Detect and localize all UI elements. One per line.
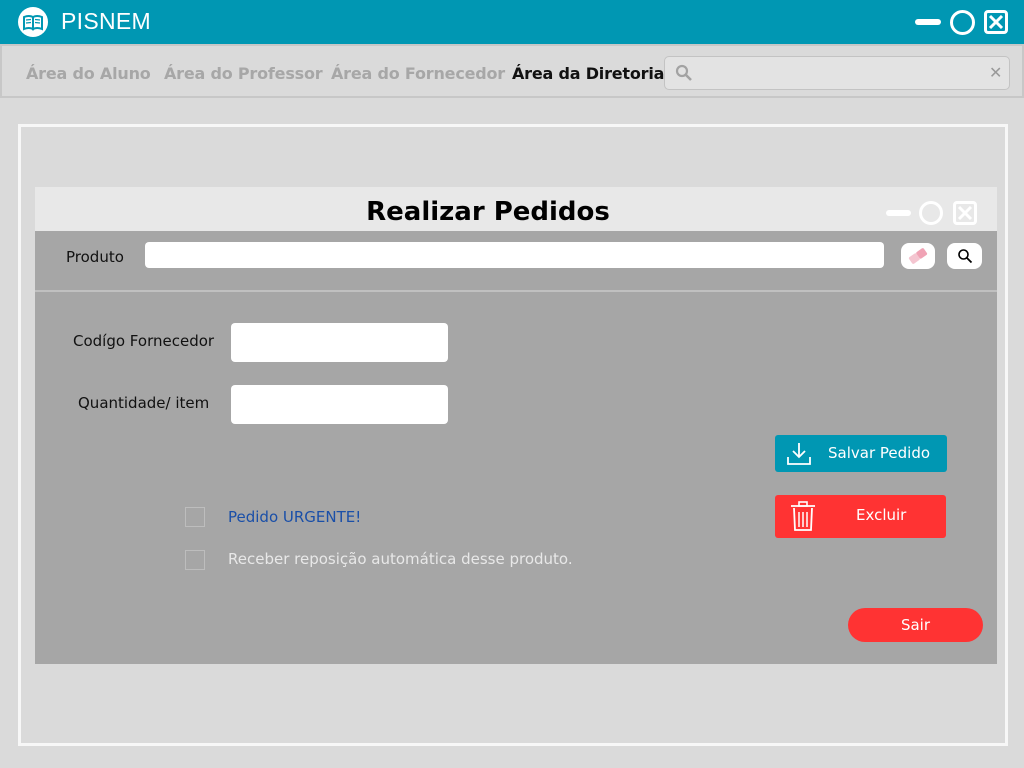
tab-diretoria[interactable]: Área da Diretoria bbox=[512, 64, 664, 83]
app-title: PISNEM bbox=[61, 8, 151, 34]
urgent-checkbox[interactable] bbox=[185, 507, 205, 527]
eraser-icon bbox=[908, 248, 928, 264]
dialog-minimize-button[interactable] bbox=[886, 210, 911, 216]
clear-search-icon[interactable]: ✕ bbox=[989, 63, 1002, 82]
urgent-label: Pedido URGENTE! bbox=[228, 508, 362, 526]
close-icon bbox=[988, 14, 1004, 30]
tab-professor[interactable]: Área do Professor bbox=[164, 64, 323, 83]
supplier-code-field[interactable] bbox=[231, 323, 448, 362]
eraser-button[interactable] bbox=[901, 243, 935, 269]
maximize-button[interactable] bbox=[950, 10, 975, 35]
minimize-button[interactable] bbox=[915, 19, 941, 25]
exit-button[interactable]: Sair bbox=[848, 608, 983, 642]
product-label: Produto bbox=[66, 248, 124, 266]
search-input[interactable] bbox=[699, 61, 979, 85]
product-field[interactable] bbox=[145, 242, 884, 268]
tab-fornecedor[interactable]: Área do Fornecedor bbox=[331, 64, 505, 83]
nav-bar: Área do Aluno Área do Professor Área do … bbox=[0, 44, 1024, 98]
close-button[interactable] bbox=[984, 10, 1008, 34]
title-bar: PISNEM bbox=[0, 0, 1024, 44]
delete-button[interactable]: Excluir bbox=[775, 495, 946, 538]
book-icon bbox=[18, 7, 48, 37]
search-icon[interactable] bbox=[675, 64, 693, 86]
delete-label: Excluir bbox=[856, 506, 907, 524]
download-icon bbox=[787, 443, 811, 465]
close-icon bbox=[957, 205, 973, 221]
divider bbox=[35, 290, 997, 292]
supplier-code-label: Codígo Fornecedor bbox=[73, 332, 215, 350]
dialog-maximize-button[interactable] bbox=[919, 201, 943, 225]
auto-restock-checkbox[interactable] bbox=[185, 550, 205, 570]
quantity-field[interactable] bbox=[231, 385, 448, 424]
search-product-button[interactable] bbox=[947, 243, 982, 269]
dialog-title: Realizar Pedidos bbox=[366, 197, 610, 227]
trash-icon bbox=[791, 501, 815, 531]
save-order-label: Salvar Pedido bbox=[828, 444, 931, 462]
dialog-body: Produto Codígo Fornecedor Quantidade/ it… bbox=[35, 231, 997, 664]
tab-aluno[interactable]: Área do Aluno bbox=[26, 64, 151, 83]
magnifier-icon bbox=[957, 249, 972, 264]
search-box: ✕ bbox=[664, 56, 1010, 90]
quantity-label: Quantidade/ item bbox=[78, 394, 210, 412]
save-order-button[interactable]: Salvar Pedido bbox=[775, 435, 947, 472]
dialog-header: Realizar Pedidos bbox=[35, 187, 997, 231]
dialog-close-button[interactable] bbox=[953, 201, 977, 225]
auto-restock-label: Receber reposição automática desse produ… bbox=[228, 550, 573, 568]
